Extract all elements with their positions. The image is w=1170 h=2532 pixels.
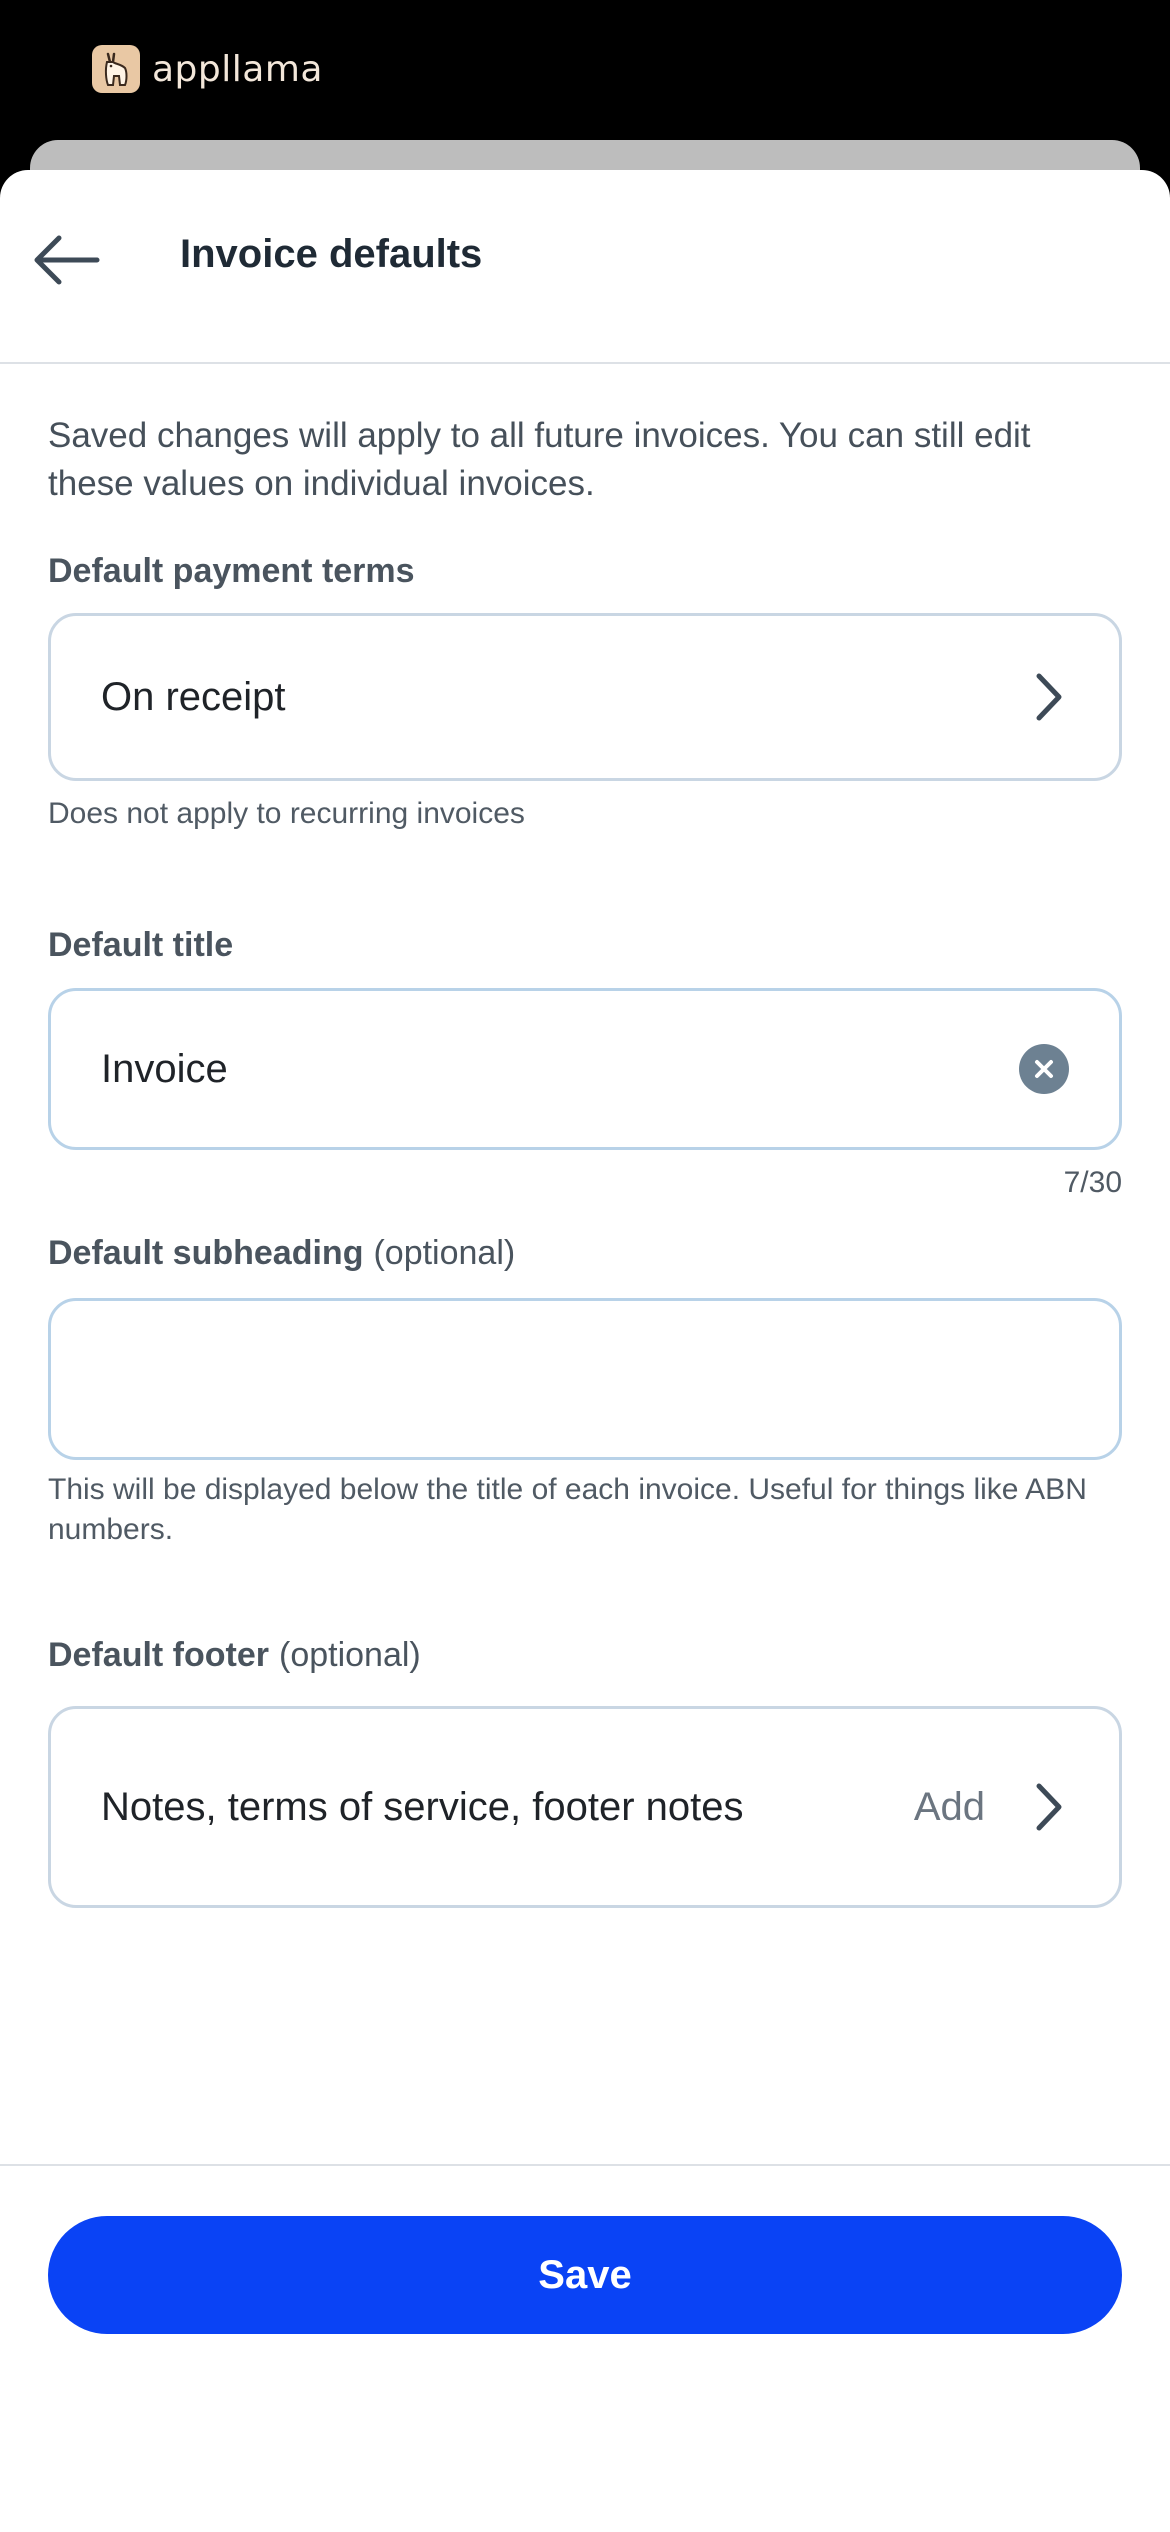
subheading-optional: (optional) bbox=[373, 1234, 516, 1272]
save-button[interactable]: Save bbox=[48, 2216, 1122, 2334]
brand-name: appllama bbox=[152, 48, 323, 90]
subheading-input[interactable] bbox=[48, 1298, 1122, 1460]
payment-terms-label: Default payment terms bbox=[48, 552, 415, 590]
sheet-header: Invoice defaults bbox=[0, 170, 1170, 364]
clear-circle-icon[interactable] bbox=[1019, 1044, 1069, 1094]
footer-add-action: Add bbox=[913, 1784, 985, 1829]
intro-text: Saved changes will apply to all future i… bbox=[48, 416, 1031, 503]
bottom-sheet: Invoice defaults Saved changes will appl… bbox=[0, 170, 1170, 2532]
chevron-right-icon bbox=[1029, 669, 1069, 725]
brand: appllama bbox=[92, 45, 323, 93]
footer-value: Notes, terms of service, footer notes bbox=[101, 1784, 744, 1829]
back-button[interactable] bbox=[28, 222, 104, 298]
llama-logo-icon bbox=[92, 45, 140, 93]
subheading-label: Default subheading (optional) bbox=[48, 1234, 515, 1273]
title-value: Invoice bbox=[101, 1046, 228, 1091]
footer-label-text: Default footer bbox=[48, 1636, 269, 1674]
back-arrow-icon bbox=[34, 235, 100, 285]
footer-divider bbox=[0, 2164, 1170, 2166]
subheading-helper: This will be displayed below the title o… bbox=[48, 1473, 1087, 1546]
payment-terms-select[interactable]: On receipt bbox=[48, 613, 1122, 781]
chevron-right-icon bbox=[1029, 1779, 1069, 1835]
title-input[interactable]: Invoice bbox=[48, 988, 1122, 1150]
page-title: Invoice defaults bbox=[180, 232, 483, 276]
subheading-label-text: Default subheading bbox=[48, 1234, 364, 1272]
footer-select[interactable]: Notes, terms of service, footer notes Ad… bbox=[48, 1706, 1122, 1908]
title-label: Default title bbox=[48, 926, 234, 964]
title-char-counter: 7/30 bbox=[1063, 1166, 1122, 1199]
footer-optional: (optional) bbox=[279, 1636, 421, 1674]
payment-terms-helper: Does not apply to recurring invoices bbox=[48, 797, 525, 830]
payment-terms-value: On receipt bbox=[101, 674, 286, 719]
footer-label: Default footer (optional) bbox=[48, 1636, 421, 1675]
app-topbar: appllama bbox=[0, 0, 1170, 140]
